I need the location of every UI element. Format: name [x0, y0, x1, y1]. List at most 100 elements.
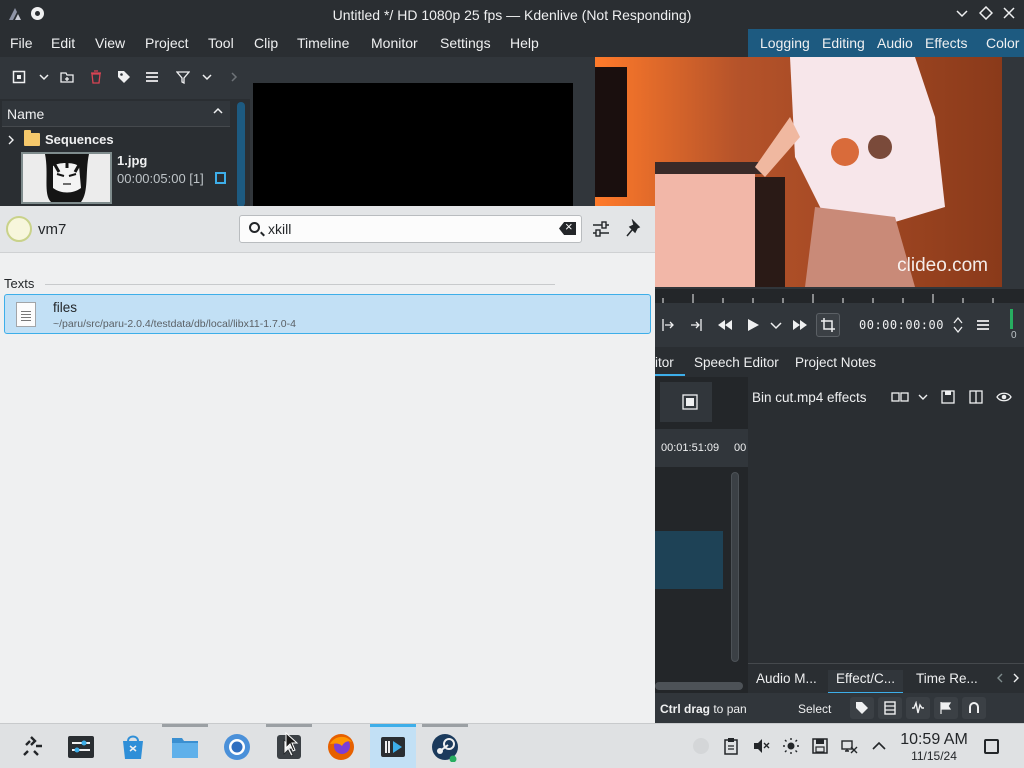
menu-timeline[interactable]: Timeline — [297, 35, 349, 51]
chevron-left-icon[interactable] — [995, 672, 1005, 684]
chevron-down-icon[interactable] — [769, 317, 783, 333]
timeline-horizontal-scrollbar[interactable] — [655, 682, 743, 690]
monitor-ruler[interactable] — [595, 289, 1024, 303]
chevron-right-icon[interactable] — [227, 70, 241, 84]
application-launcher[interactable] — [10, 724, 56, 768]
bin-scrollbar[interactable] — [237, 102, 245, 207]
menu-file[interactable]: File — [10, 35, 33, 51]
menu-edit[interactable]: Edit — [51, 35, 75, 51]
tray-brightness[interactable] — [782, 737, 800, 755]
fast-forward-icon[interactable] — [792, 317, 808, 333]
clip-monitor-screen[interactable] — [253, 83, 573, 207]
hamburger-menu-icon[interactable] — [976, 317, 990, 333]
show-audio-button[interactable] — [906, 697, 930, 719]
task-kdenlive[interactable] — [370, 724, 416, 768]
result-path: ~/paru/src/paru-2.0.4/testdata/db/local/… — [53, 318, 296, 330]
task-file-manager[interactable] — [162, 724, 208, 768]
tray-volume[interactable] — [752, 737, 770, 755]
clip-thumbnail[interactable] — [21, 152, 112, 204]
task-firefox[interactable] — [318, 724, 364, 768]
menu-tool[interactable]: Tool — [208, 35, 234, 51]
tray-clipboard[interactable] — [722, 737, 740, 755]
fit-zoom-icon[interactable] — [682, 394, 698, 410]
menu-project[interactable]: Project — [145, 35, 189, 51]
show-flags-button[interactable] — [934, 697, 958, 719]
rewind-icon[interactable] — [717, 317, 733, 333]
tray-status-icon[interactable] — [692, 737, 710, 755]
tab-project-notes[interactable]: Project Notes — [795, 355, 876, 370]
close-button[interactable] — [1001, 6, 1017, 22]
tray-network[interactable] — [840, 737, 858, 755]
layout-logging[interactable]: Logging — [760, 35, 810, 51]
launcher-icon — [23, 736, 42, 756]
timeline-ruler[interactable]: 00:01:51:09 00 — [655, 429, 748, 467]
task-system-settings[interactable] — [58, 724, 104, 768]
user-avatar[interactable] — [6, 216, 32, 242]
bin-folder-sequences[interactable]: Sequences — [4, 130, 230, 151]
task-chromium[interactable] — [214, 724, 260, 768]
set-zone-in-icon[interactable] — [661, 317, 675, 333]
tab-speech-editor[interactable]: Speech Editor — [694, 355, 779, 370]
monitor-transport-bar: 00:00:00:00 0 — [655, 303, 1024, 347]
play-icon[interactable] — [746, 317, 760, 333]
clear-search-icon[interactable] — [559, 222, 576, 235]
timecode-display[interactable]: 00:00:00:00 — [859, 318, 944, 332]
layout-editing[interactable]: Editing — [822, 35, 865, 51]
chevron-down-icon[interactable] — [917, 390, 929, 404]
layout-effects[interactable]: Effects — [925, 35, 968, 51]
chevron-down-icon[interactable] — [200, 70, 214, 84]
search-box[interactable] — [239, 215, 582, 243]
digital-clock[interactable]: 10:59 AM 11/15/24 — [896, 731, 972, 763]
folder-icon — [24, 130, 40, 146]
settings-sliders-icon[interactable] — [591, 219, 611, 239]
list-view-icon[interactable] — [145, 70, 159, 84]
crop-toggle-button[interactable] — [816, 313, 840, 337]
ruler-ticks — [602, 294, 994, 303]
crop-icon — [821, 318, 835, 332]
task-discover[interactable] — [110, 724, 156, 768]
steam-icon — [432, 734, 458, 762]
save-effect-icon[interactable] — [941, 390, 955, 404]
layout-color[interactable]: Color — [986, 35, 1019, 51]
menu-monitor[interactable]: Monitor — [371, 35, 418, 51]
set-zone-out-icon[interactable] — [689, 317, 703, 333]
timecode-spinner-icon[interactable] — [953, 315, 963, 335]
split-view-icon[interactable] — [969, 390, 983, 404]
tab-time-remapping[interactable]: Time Re... — [908, 670, 986, 694]
clock-date: 11/15/24 — [911, 749, 957, 763]
menu-settings[interactable]: Settings — [440, 35, 491, 51]
eye-icon[interactable] — [996, 390, 1012, 404]
project-monitor-video[interactable]: clideo.com — [595, 57, 1002, 287]
filter-icon[interactable] — [176, 70, 190, 84]
chevron-down-icon[interactable] — [37, 70, 51, 84]
search-result-item[interactable]: files ~/paru/src/paru-2.0.4/testdata/db/… — [4, 294, 651, 334]
layout-audio[interactable]: Audio — [877, 35, 913, 51]
minimize-button[interactable] — [954, 6, 970, 22]
tray-expand[interactable] — [870, 737, 888, 755]
show-desktop-button[interactable] — [984, 739, 999, 754]
compare-icon[interactable] — [891, 390, 909, 404]
pin-icon[interactable] — [625, 219, 645, 239]
tab-audio-mixer[interactable]: Audio M... — [748, 670, 825, 694]
chevron-right-icon[interactable] — [1011, 672, 1021, 684]
task-steam[interactable] — [422, 724, 468, 768]
timeline-track-selected[interactable] — [655, 531, 723, 589]
add-folder-icon[interactable] — [60, 70, 74, 84]
bin-column-header[interactable]: Name — [2, 101, 230, 127]
snap-button[interactable] — [962, 697, 986, 719]
tab-effect-composition[interactable]: Effect/C... — [828, 670, 904, 694]
show-thumbnails-button[interactable] — [878, 697, 902, 719]
maximize-button[interactable] — [978, 5, 994, 22]
tag-icon[interactable] — [117, 70, 131, 84]
search-input[interactable] — [268, 220, 548, 238]
delete-icon[interactable] — [89, 70, 103, 84]
tab-monitor-partial[interactable]: itor — [655, 355, 674, 370]
menu-clip[interactable]: Clip — [254, 35, 278, 51]
timeline-vertical-scrollbar[interactable] — [731, 472, 739, 662]
add-clip-icon[interactable] — [12, 70, 26, 84]
expand-arrow-icon[interactable] — [7, 135, 15, 145]
tray-storage[interactable] — [811, 737, 829, 755]
menu-view[interactable]: View — [95, 35, 125, 51]
show-markers-button[interactable] — [850, 697, 874, 719]
menu-help[interactable]: Help — [510, 35, 539, 51]
